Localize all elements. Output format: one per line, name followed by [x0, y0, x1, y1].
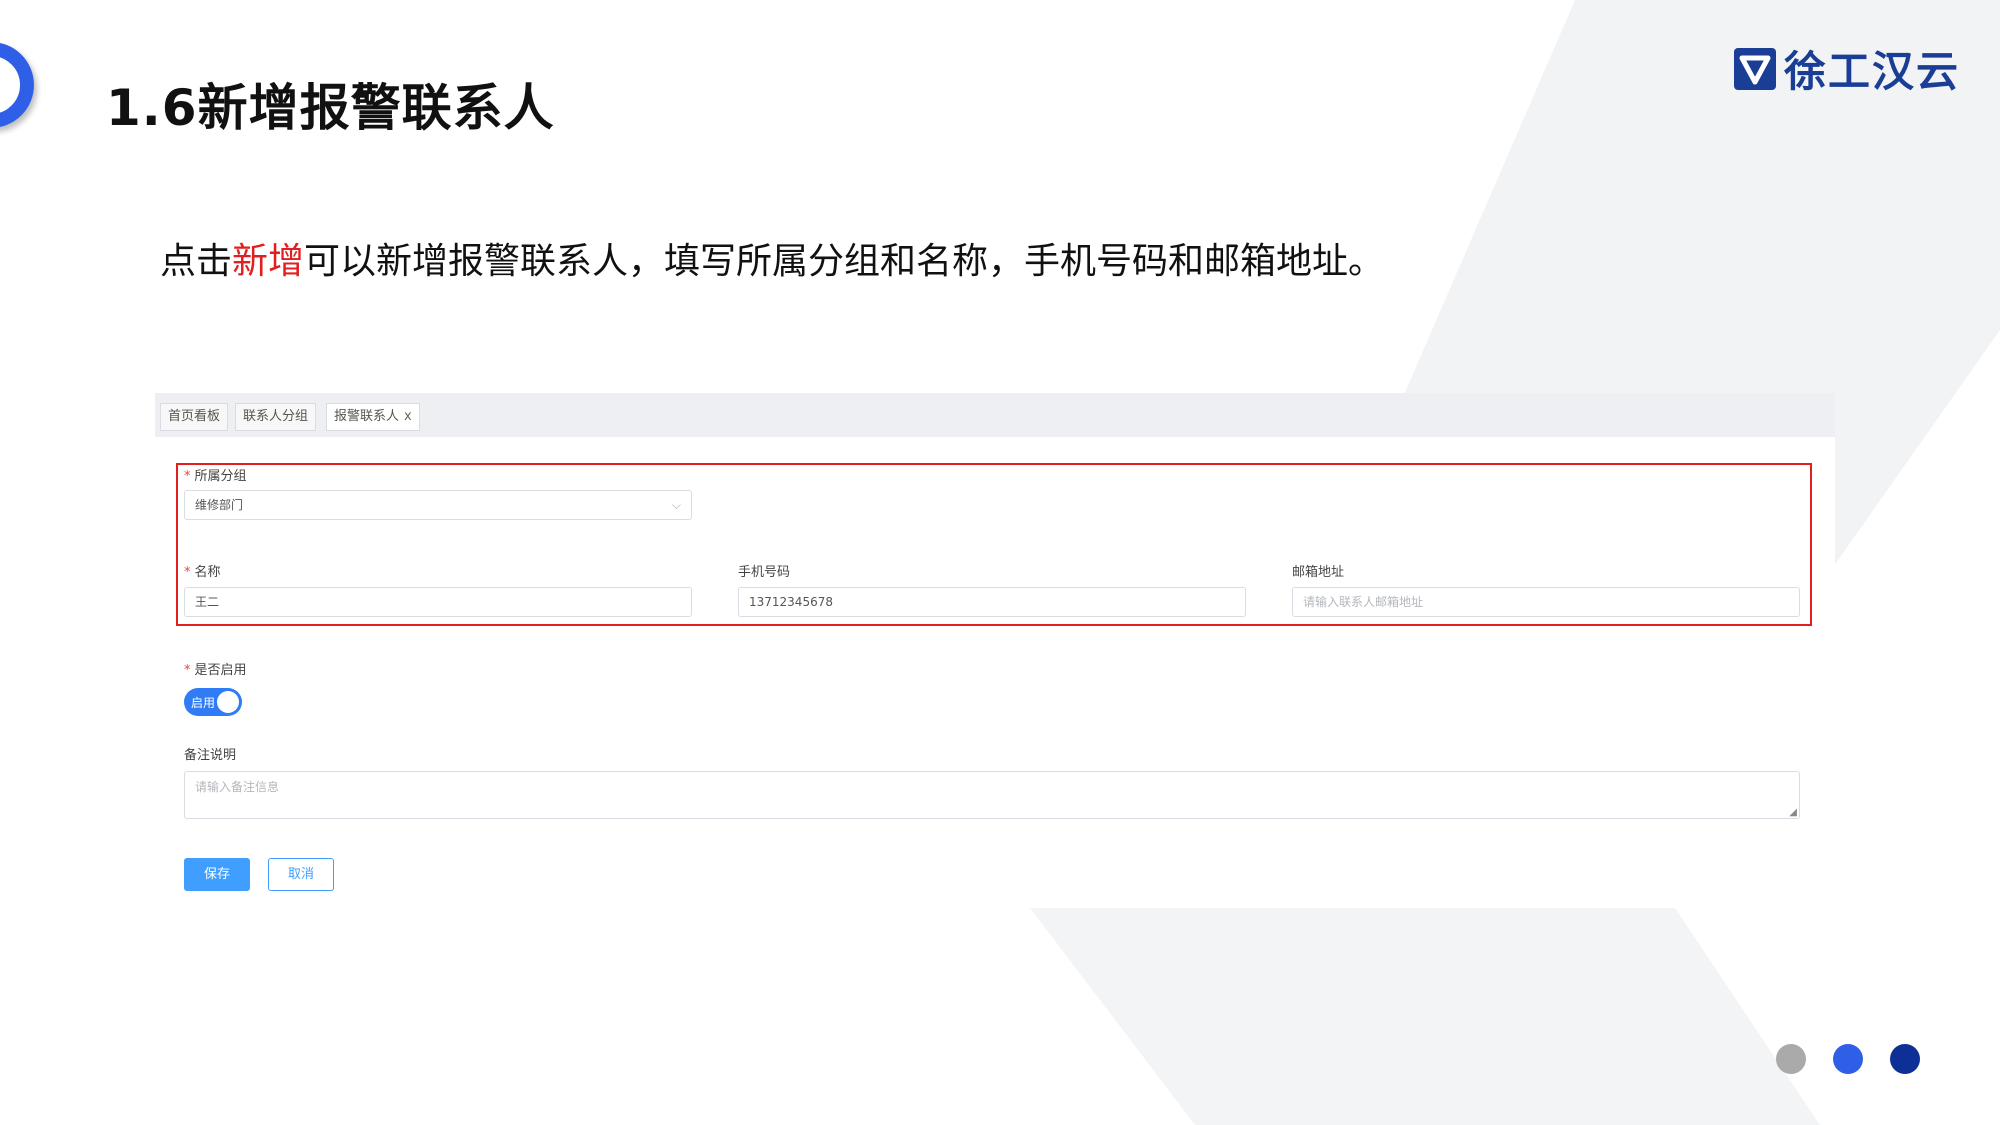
description-part1: 点击 — [160, 241, 233, 282]
toggle-text: 启用 — [191, 696, 216, 710]
group-label: * 所属分组 — [184, 469, 247, 484]
dot-navy — [1890, 1044, 1920, 1074]
required-mark: * — [184, 565, 191, 580]
name-input[interactable]: 王二 — [184, 587, 692, 617]
tab-alarm-contacts[interactable]: 报警联系人 x — [326, 403, 420, 431]
enabled-label: * 是否启用 — [184, 663, 247, 678]
slide-title: 1.6新增报警联系人 — [106, 79, 555, 137]
description-part2: 可以新增报警联系人，填写所属分组和名称，手机号码和邮箱地址。 — [304, 241, 1385, 282]
logo-mark-icon — [1734, 47, 1776, 90]
tab-dashboard[interactable]: 首页看板 — [160, 403, 229, 431]
page-dots — [1776, 1044, 1920, 1074]
save-button[interactable]: 保存 — [184, 858, 250, 891]
enabled-toggle[interactable]: 启用 — [184, 688, 242, 716]
tab-label: 报警联系人 — [334, 409, 400, 424]
phone-input[interactable]: 13712345678 — [738, 587, 1246, 617]
tab-contact-group[interactable]: 联系人分组 — [235, 403, 317, 431]
phone-label: 手机号码 — [738, 565, 791, 580]
name-input-value: 王二 — [195, 595, 220, 609]
resize-handle-icon[interactable]: ◢ — [1789, 807, 1797, 818]
dot-blue — [1833, 1044, 1863, 1074]
slide-description: 点击新增可以新增报警联系人，填写所属分组和名称，手机号码和邮箱地址。 — [160, 232, 1384, 284]
company-logo: 徐工汉云 — [1732, 38, 1960, 99]
phone-input-value: 13712345678 — [749, 595, 833, 609]
tab-bar: 首页看板 联系人分组 报警联系人 x — [155, 393, 1835, 437]
remark-textarea[interactable]: 请输入备注信息 ◢ — [184, 771, 1800, 819]
dot-gray — [1776, 1044, 1806, 1074]
logo-text: 徐工汉云 — [1784, 47, 1961, 96]
description-highlight: 新增 — [232, 241, 305, 282]
remark-placeholder: 请输入备注信息 — [195, 780, 280, 794]
close-icon[interactable]: x — [404, 409, 412, 424]
tab-label: 联系人分组 — [243, 409, 309, 424]
email-input[interactable]: 请输入联系人邮箱地址 — [1292, 587, 1800, 617]
tab-label: 首页看板 — [168, 409, 221, 424]
required-mark: * — [184, 469, 191, 484]
group-select-value: 维修部门 — [195, 498, 244, 512]
chevron-down-icon: ⌵ — [671, 498, 681, 512]
name-label: * 名称 — [184, 565, 221, 580]
remark-label: 备注说明 — [184, 748, 237, 763]
toggle-knob — [217, 691, 239, 713]
email-input-placeholder: 请输入联系人邮箱地址 — [1303, 595, 1424, 609]
cancel-button[interactable]: 取消 — [268, 858, 334, 891]
email-label: 邮箱地址 — [1292, 565, 1345, 580]
required-mark: * — [184, 663, 191, 678]
app-screenshot: 首页看板 联系人分组 报警联系人 x * 所属分组 维修部门 ⌵ * 名称 王二 手机… — [155, 393, 1835, 907]
group-select[interactable]: 维修部门 ⌵ — [184, 490, 692, 520]
